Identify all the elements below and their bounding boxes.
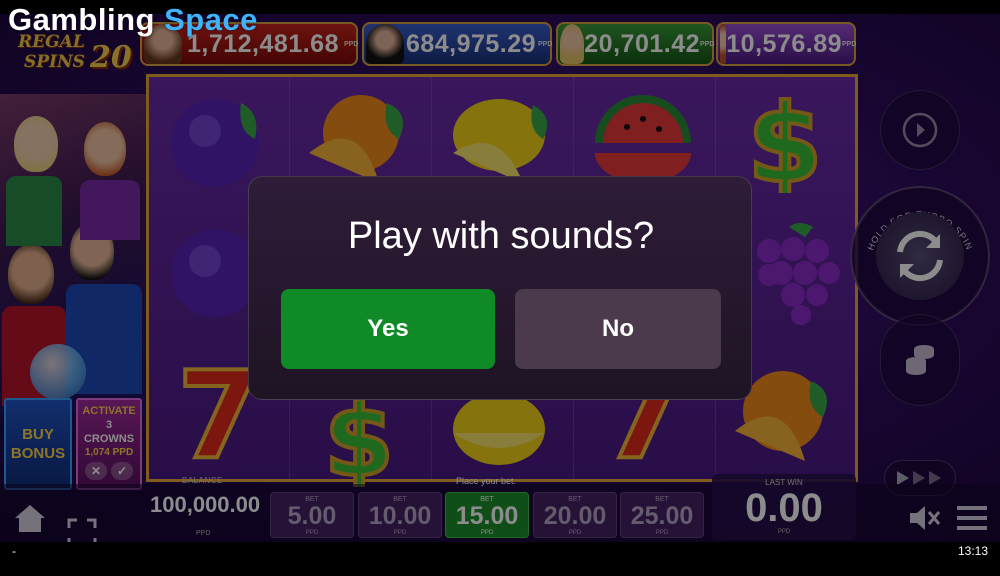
watermark-accent-text: Space [164,2,258,37]
status-bar: - 13:13 [0,542,1000,576]
status-left: - [12,544,16,558]
watermark-text: Gambling [8,2,165,37]
yes-button[interactable]: Yes [281,289,495,369]
sound-prompt-dialog: Play with sounds? Yes No [248,176,752,400]
status-time: 13:13 [957,544,988,558]
watermark-logo: Gambling Space [8,2,258,38]
dialog-title: Play with sounds? [347,215,655,257]
no-button[interactable]: No [515,289,721,369]
